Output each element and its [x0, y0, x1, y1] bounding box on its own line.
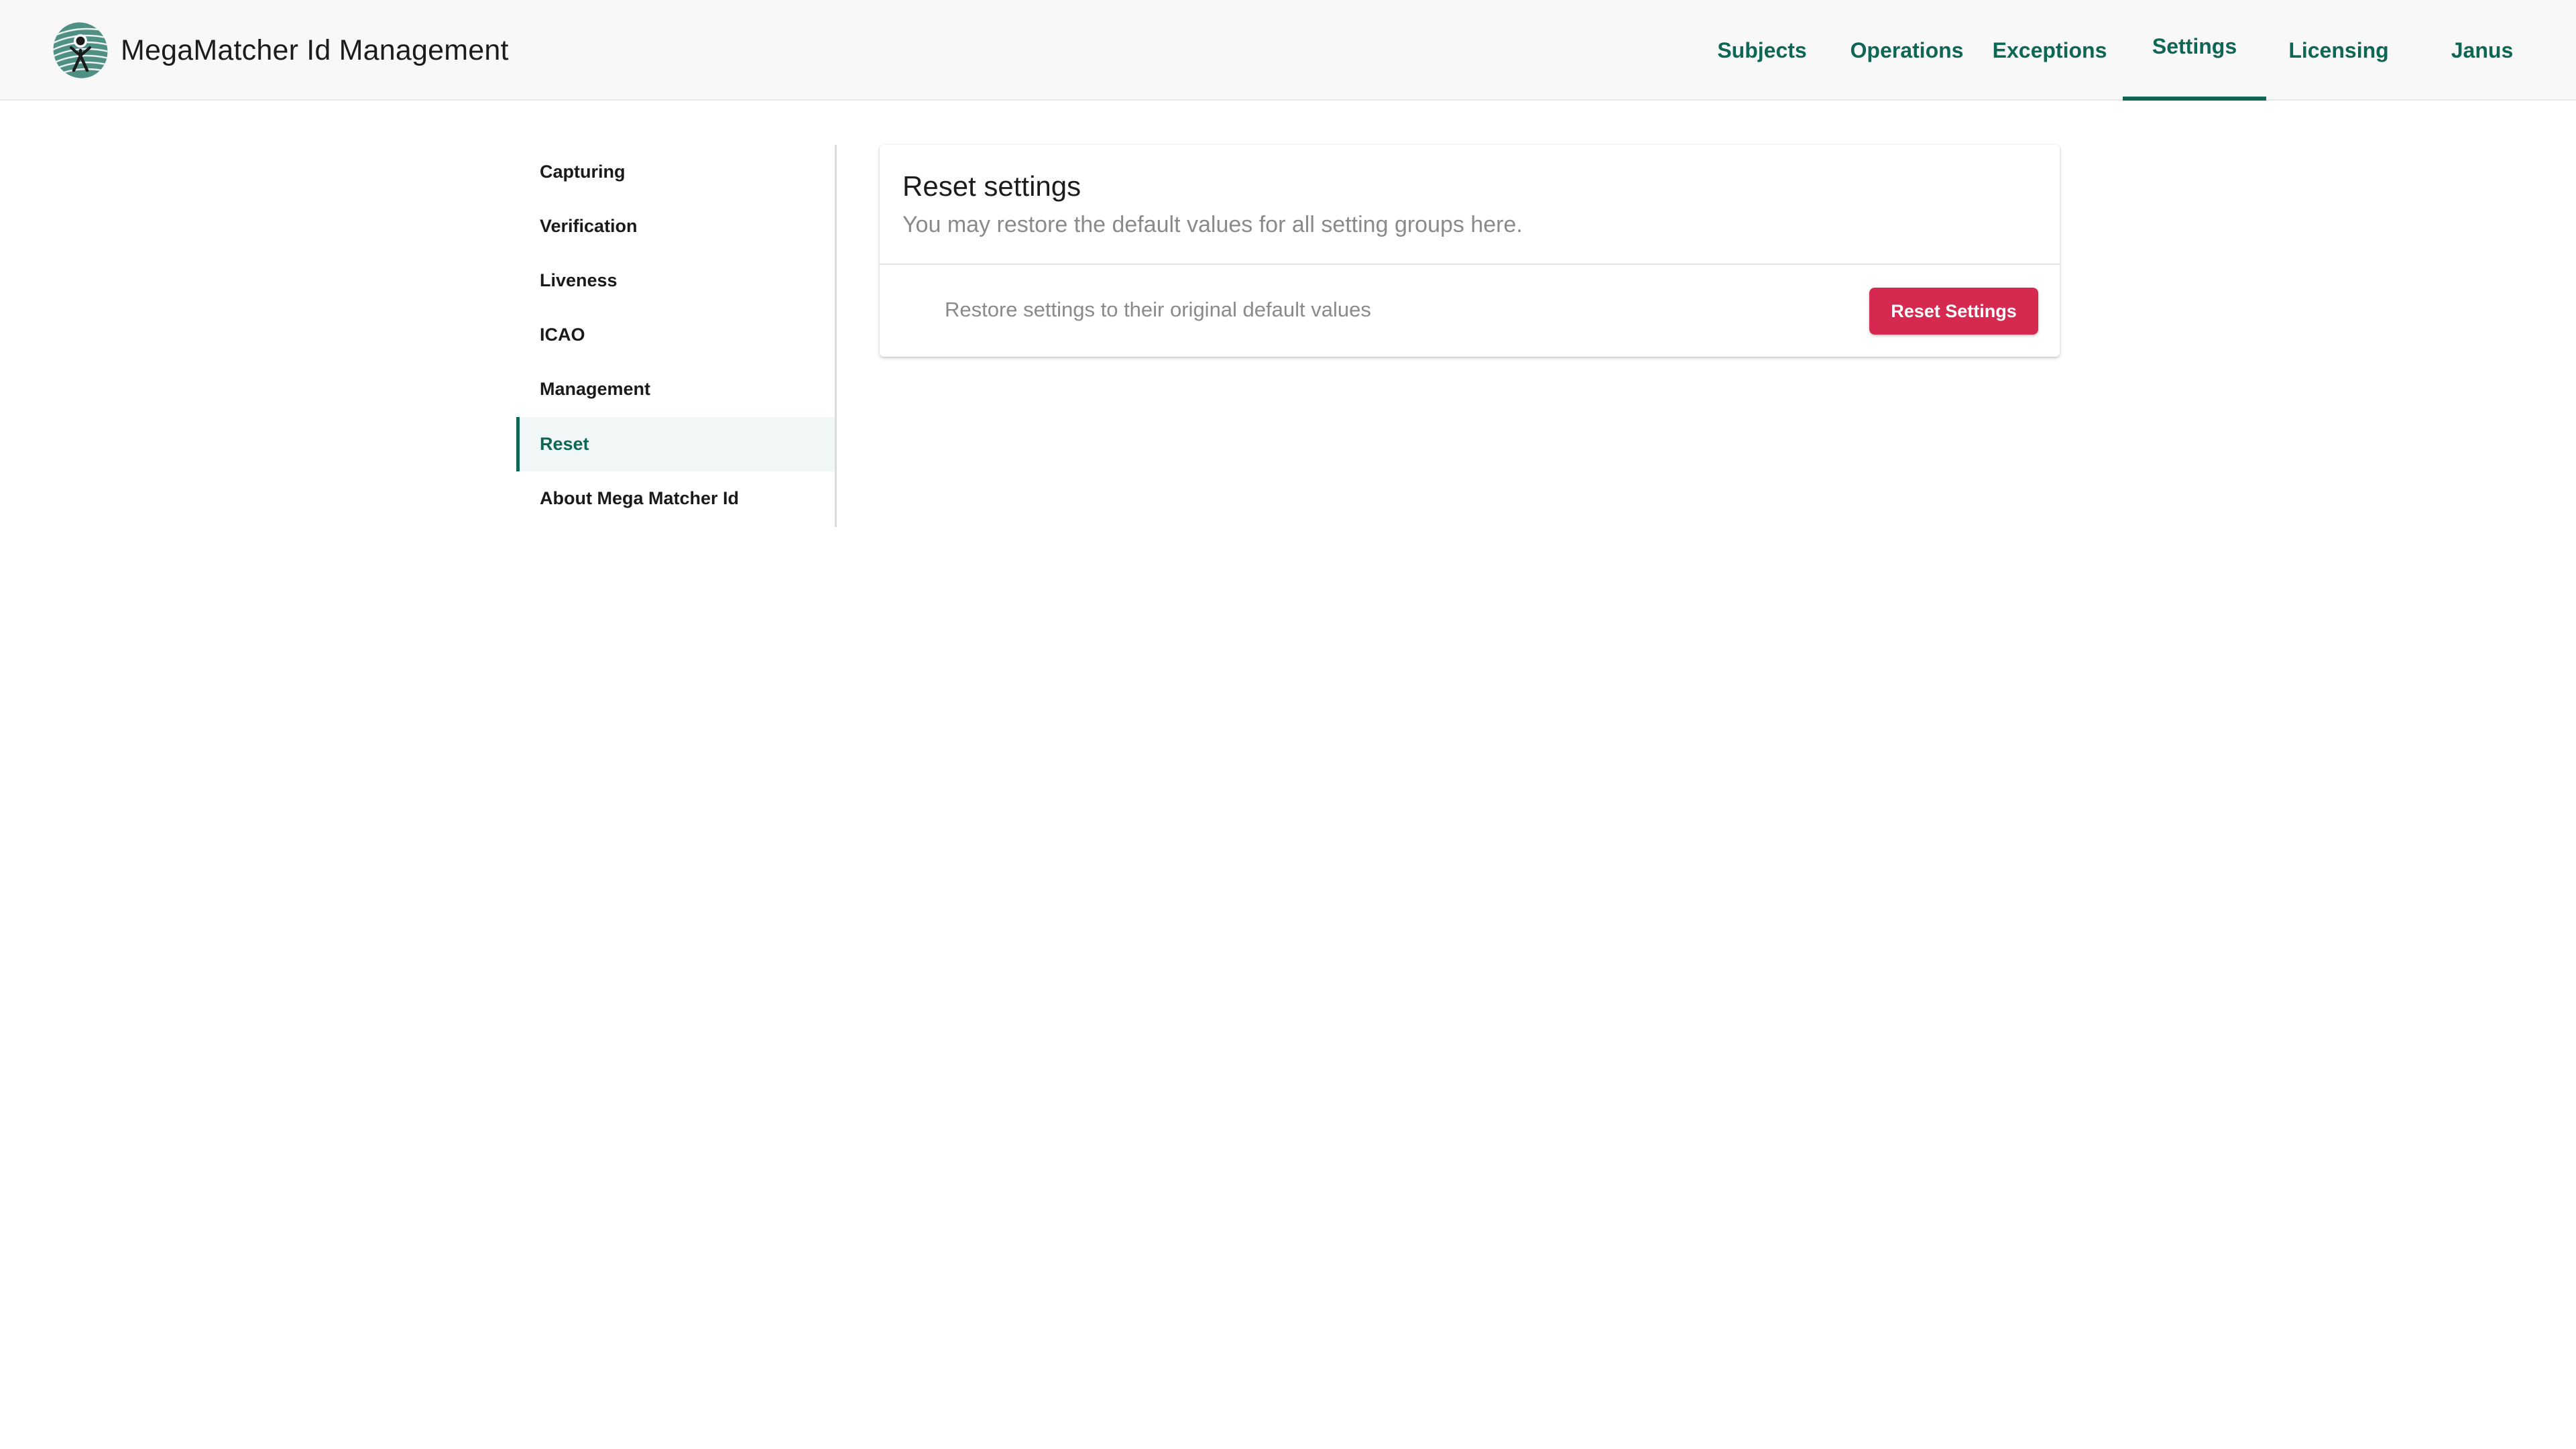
reset-settings-button[interactable]: Reset Settings — [1869, 288, 2038, 335]
sidebar-item-reset[interactable]: Reset — [516, 417, 835, 471]
nav-subjects[interactable]: Subjects — [1706, 0, 1818, 101]
card-title: Reset settings — [902, 170, 1081, 202]
nav-janus[interactable]: Janus — [2427, 0, 2537, 101]
brand[interactable]: MegaMatcher Id Management — [51, 20, 509, 80]
reset-description: Restore settings to their original defau… — [945, 298, 1371, 321]
sidebar-item-liveness[interactable]: Liveness — [516, 253, 835, 308]
app-title: MegaMatcher Id Management — [121, 34, 509, 66]
app-header: MegaMatcher Id Management Subjects Opera… — [0, 0, 2576, 101]
nav-licensing[interactable]: Licensing — [2280, 0, 2398, 101]
settings-sidebar: Capturing Verification Liveness ICAO Man… — [516, 145, 837, 527]
fingerprint-person-icon — [51, 22, 110, 80]
nav-settings[interactable]: Settings — [2123, 0, 2266, 101]
reset-settings-card: Reset settings You may restore the defau… — [880, 145, 2060, 357]
card-subtitle: You may restore the default values for a… — [902, 212, 1523, 237]
nav-operations[interactable]: Operations — [1845, 0, 1969, 101]
sidebar-item-icao[interactable]: ICAO — [516, 308, 835, 362]
sidebar-item-capturing[interactable]: Capturing — [516, 145, 835, 199]
sidebar-item-management[interactable]: Management — [516, 362, 835, 416]
sidebar-item-about[interactable]: About Mega Matcher Id — [516, 471, 835, 526]
nav-exceptions[interactable]: Exceptions — [1989, 0, 2111, 101]
sidebar-item-verification[interactable]: Verification — [516, 199, 835, 253]
card-divider — [880, 264, 2060, 265]
